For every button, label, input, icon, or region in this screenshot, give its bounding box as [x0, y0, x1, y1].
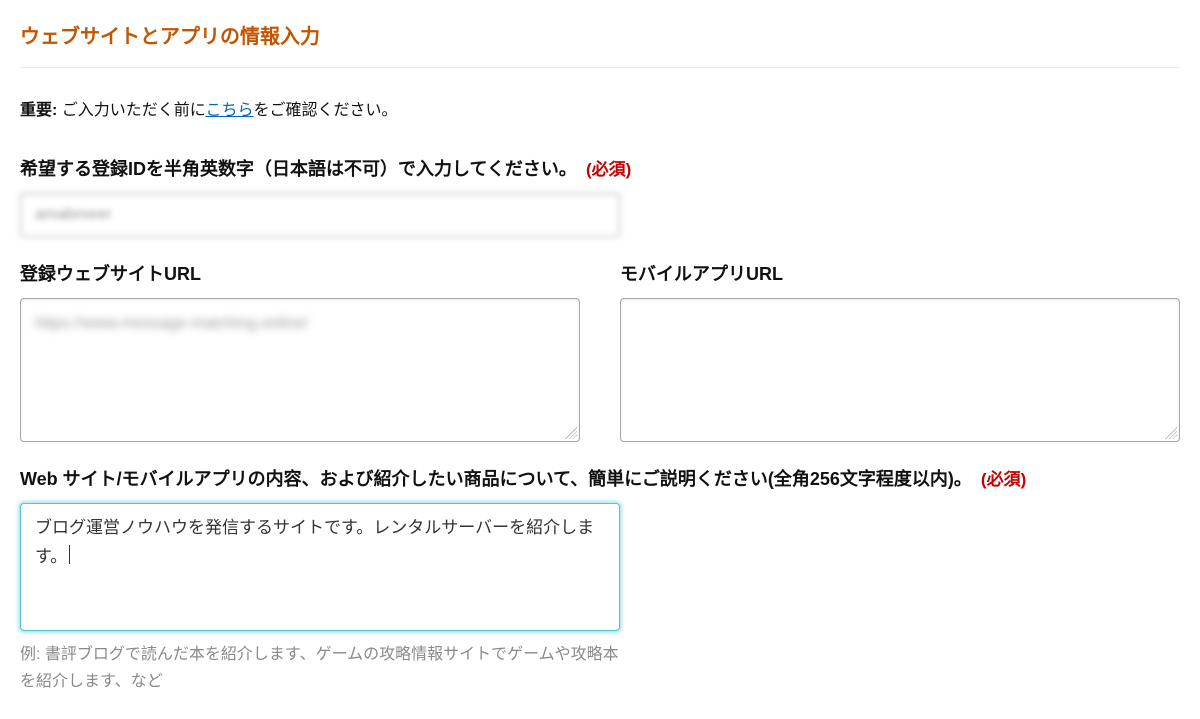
mobile-url-block: モバイルアプリURL [620, 261, 1180, 442]
registration-id-label: 希望する登録IDを半角英数字（日本語は不可）で入力してください。 (必須) [20, 156, 1180, 183]
required-badge: (必須) [586, 160, 631, 179]
registration-id-input[interactable] [20, 193, 620, 237]
notice-link[interactable]: こちら [205, 102, 253, 119]
mobile-url-label: モバイルアプリURL [620, 261, 1180, 288]
mobile-url-textarea[interactable] [620, 298, 1180, 442]
required-badge: (必須) [981, 470, 1026, 489]
notice-text-before: ご入力いただく前に [57, 102, 205, 119]
website-url-block: 登録ウェブサイトURL https://www.message-matching… [20, 261, 580, 442]
page-title: ウェブサイトとアプリの情報入力 [20, 20, 1180, 68]
important-label: 重要: [20, 102, 57, 119]
resize-handle-icon[interactable] [1165, 427, 1177, 439]
important-notice: 重要: ご入力いただく前にこちらをご確認ください。 [20, 96, 1180, 120]
resize-handle-icon[interactable] [565, 427, 577, 439]
description-block: Web サイト/モバイルアプリの内容、および紹介したい商品について、簡単にご説明… [20, 466, 1180, 695]
description-example: 例: 書評ブログで読んだ本を紹介します、ゲームの攻略情報サイトでゲームや攻略本を… [20, 641, 620, 695]
website-url-value: https://www.message-matching.online/ [35, 315, 308, 332]
description-textarea[interactable]: ブログ運営ノウハウを発信するサイトです。レンタルサーバーを紹介します。 [20, 503, 620, 631]
registration-id-block: 希望する登録IDを半角英数字（日本語は不可）で入力してください。 (必須) [20, 156, 1180, 237]
website-url-label: 登録ウェブサイトURL [20, 261, 580, 288]
notice-text-after: をご確認ください。 [254, 102, 398, 119]
description-label-text: Web サイト/モバイルアプリの内容、および紹介したい商品について、簡単にご説明… [20, 469, 972, 489]
website-url-textarea[interactable]: https://www.message-matching.online/ [20, 298, 580, 442]
description-label: Web サイト/モバイルアプリの内容、および紹介したい商品について、簡単にご説明… [20, 466, 1180, 493]
registration-id-label-text: 希望する登録IDを半角英数字（日本語は不可）で入力してください。 [20, 159, 577, 179]
